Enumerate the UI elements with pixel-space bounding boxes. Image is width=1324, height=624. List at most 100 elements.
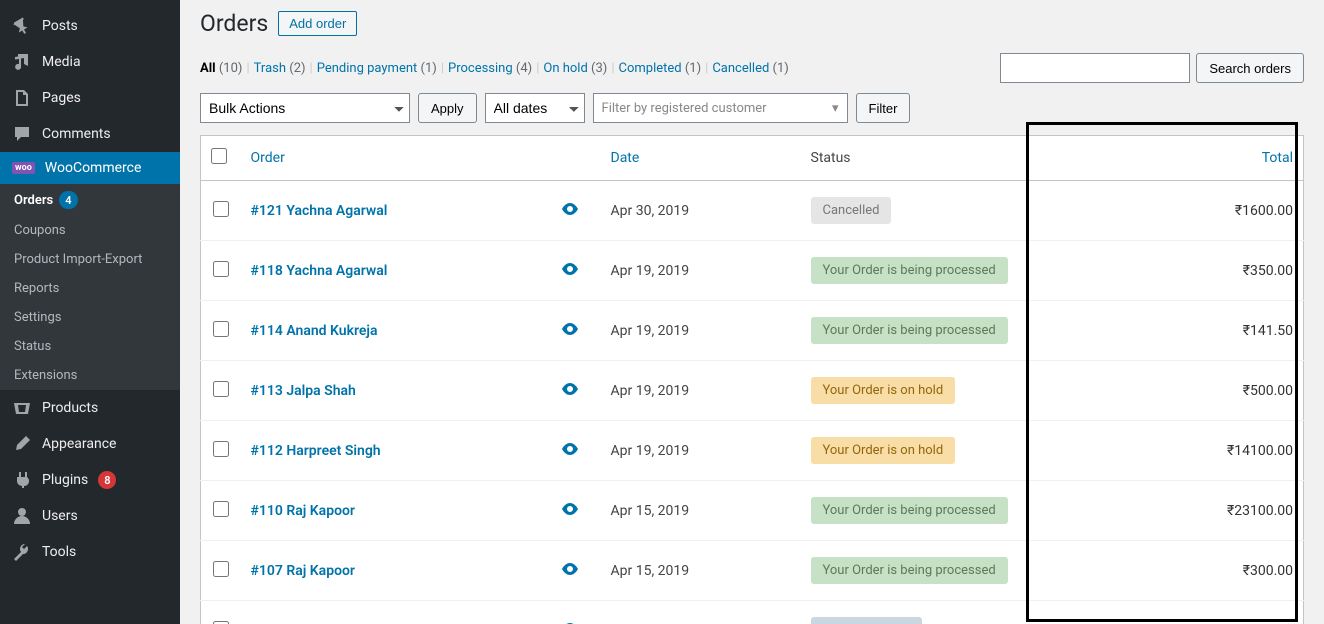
order-date: Apr 19, 2019 (601, 421, 801, 481)
status-link-processing[interactable]: Processing (448, 61, 513, 76)
sidebar-subitem-label: Product Import-Export (14, 252, 142, 267)
order-link[interactable]: #118 Yachna Agarwal (251, 263, 388, 279)
pin-icon (12, 16, 32, 36)
status-link-pending-payment[interactable]: Pending payment (317, 61, 418, 76)
order-link[interactable]: #113 Jalpa Shah (251, 383, 356, 399)
sidebar-item-appearance[interactable]: Appearance (0, 426, 180, 462)
row-checkbox[interactable] (213, 261, 229, 277)
status-badge: Your Order is being processed (811, 497, 1008, 524)
sidebar-item-posts[interactable]: Posts (0, 8, 180, 44)
table-row: #118 Yachna AgarwalApr 19, 2019Your Orde… (201, 241, 1304, 301)
status-badge: Order Received (811, 617, 922, 624)
preview-icon[interactable] (561, 563, 579, 579)
preview-icon[interactable] (561, 383, 579, 399)
col-total[interactable]: Total (1121, 136, 1304, 181)
sidebar-subitem-extensions[interactable]: Extensions (0, 361, 180, 390)
status-count: (1) (421, 61, 437, 76)
status-link-on-hold[interactable]: On hold (543, 61, 587, 76)
sidebar-item-products[interactable]: Products (0, 390, 180, 426)
row-checkbox[interactable] (213, 501, 229, 517)
col-order[interactable]: Order (241, 136, 551, 181)
order-total: ₹14100.00 (1121, 421, 1304, 481)
row-checkbox[interactable] (213, 381, 229, 397)
sidebar-item-label: Posts (42, 18, 78, 34)
search-orders-button[interactable]: Search orders (1196, 53, 1304, 83)
sidebar-item-label: Comments (42, 126, 111, 142)
row-checkbox[interactable] (213, 561, 229, 577)
sidebar-subitem-orders[interactable]: Orders4 (0, 184, 180, 216)
sidebar-subitem-label: Settings (14, 310, 61, 325)
status-link-all[interactable]: All (200, 61, 216, 76)
order-date: Apr 15, 2019 (601, 541, 801, 601)
sidebar-subitem-product-import-export[interactable]: Product Import-Export (0, 245, 180, 274)
sidebar-item-comments[interactable]: Comments (0, 116, 180, 152)
status-badge: Your Order is being processed (811, 257, 1008, 284)
preview-icon[interactable] (561, 323, 579, 339)
status-count: (1) (685, 61, 701, 76)
order-total: ₹300.00 (1121, 541, 1304, 601)
order-date: Apr 19, 2019 (601, 301, 801, 361)
preview-icon[interactable] (561, 443, 579, 459)
chevron-down-icon: ▾ (832, 101, 839, 116)
sidebar-subitem-status[interactable]: Status (0, 332, 180, 361)
row-checkbox[interactable] (213, 201, 229, 217)
sidebar-submenu: Orders4 Coupons Product Import-Export Repor… (0, 184, 180, 390)
dates-select[interactable]: All dates (485, 93, 585, 123)
order-total: ₹23100.00 (1121, 481, 1304, 541)
sidebar-subitem-coupons[interactable]: Coupons (0, 216, 180, 245)
status-link-completed[interactable]: Completed (619, 61, 682, 76)
filter-button[interactable]: Filter (856, 93, 911, 123)
row-checkbox[interactable] (213, 441, 229, 457)
status-count: (3) (591, 61, 607, 76)
sidebar-subitem-label: Status (14, 339, 51, 354)
sidebar-subitem-label: Extensions (14, 368, 77, 383)
sidebar-subitem-settings[interactable]: Settings (0, 303, 180, 332)
order-link[interactable]: #114 Anand Kukreja (251, 323, 378, 339)
preview-icon[interactable] (561, 263, 579, 279)
add-order-button[interactable]: Add order (278, 11, 357, 36)
table-row: #121 Yachna AgarwalApr 30, 2019Cancelled… (201, 181, 1304, 241)
sidebar-item-plugins[interactable]: Plugins8 (0, 462, 180, 498)
select-all-checkbox[interactable] (211, 148, 227, 164)
order-link[interactable]: #107 Raj Kapoor (251, 563, 355, 579)
row-checkbox[interactable] (213, 321, 229, 337)
order-link[interactable]: #110 Raj Kapoor (251, 503, 355, 519)
sidebar-item-label: Products (42, 400, 98, 416)
status-badge: Your Order is on hold (811, 377, 956, 404)
orders-table: Order Date Status Total #121 Yachna Agar… (200, 135, 1304, 624)
order-link[interactable]: #121 Yachna Agarwal (251, 203, 388, 219)
table-row: #107 Raj KapoorApr 15, 2019Your Order is… (201, 541, 1304, 601)
table-row: #110 Raj KapoorApr 15, 2019Your Order is… (201, 481, 1304, 541)
page-title: Orders (200, 10, 268, 37)
comments-icon (12, 124, 32, 144)
status-link-cancelled[interactable]: Cancelled (712, 61, 769, 76)
order-date: Apr 15, 2019 (601, 601, 801, 624)
sidebar-item-pages[interactable]: Pages (0, 80, 180, 116)
sidebar-subitem-label: Coupons (14, 223, 66, 238)
apply-button[interactable]: Apply (418, 93, 477, 123)
sidebar-item-media[interactable]: Media (0, 44, 180, 80)
appearance-icon (12, 434, 32, 454)
status-link-trash[interactable]: Trash (254, 61, 286, 76)
search-input[interactable] (1000, 53, 1190, 83)
preview-icon[interactable] (561, 203, 579, 219)
sidebar-item-woocommerce[interactable]: wooWooCommerce (0, 152, 180, 184)
order-link[interactable]: #112 Harpreet Singh (251, 443, 381, 459)
col-date[interactable]: Date (601, 136, 801, 181)
sidebar-subitem-reports[interactable]: Reports (0, 274, 180, 303)
col-status: Status (801, 136, 1121, 181)
status-count: (1) (773, 61, 789, 76)
sidebar-item-tools[interactable]: Tools (0, 534, 180, 570)
row-checkbox[interactable] (213, 621, 229, 624)
status-filter-links: All (10)|Trash (2)|Pending payment (1)|P… (200, 61, 789, 76)
sidebar-item-label: Plugins (42, 472, 88, 488)
badge: 4 (59, 191, 77, 209)
sidebar-item-users[interactable]: Users (0, 498, 180, 534)
products-icon (12, 398, 32, 418)
order-date: Apr 19, 2019 (601, 361, 801, 421)
customer-filter-select[interactable]: Filter by registered customer ▾ (593, 93, 848, 123)
tools-icon (12, 542, 32, 562)
bulk-actions-select[interactable]: Bulk Actions (200, 93, 410, 123)
preview-icon[interactable] (561, 503, 579, 519)
order-date: Apr 30, 2019 (601, 181, 801, 241)
